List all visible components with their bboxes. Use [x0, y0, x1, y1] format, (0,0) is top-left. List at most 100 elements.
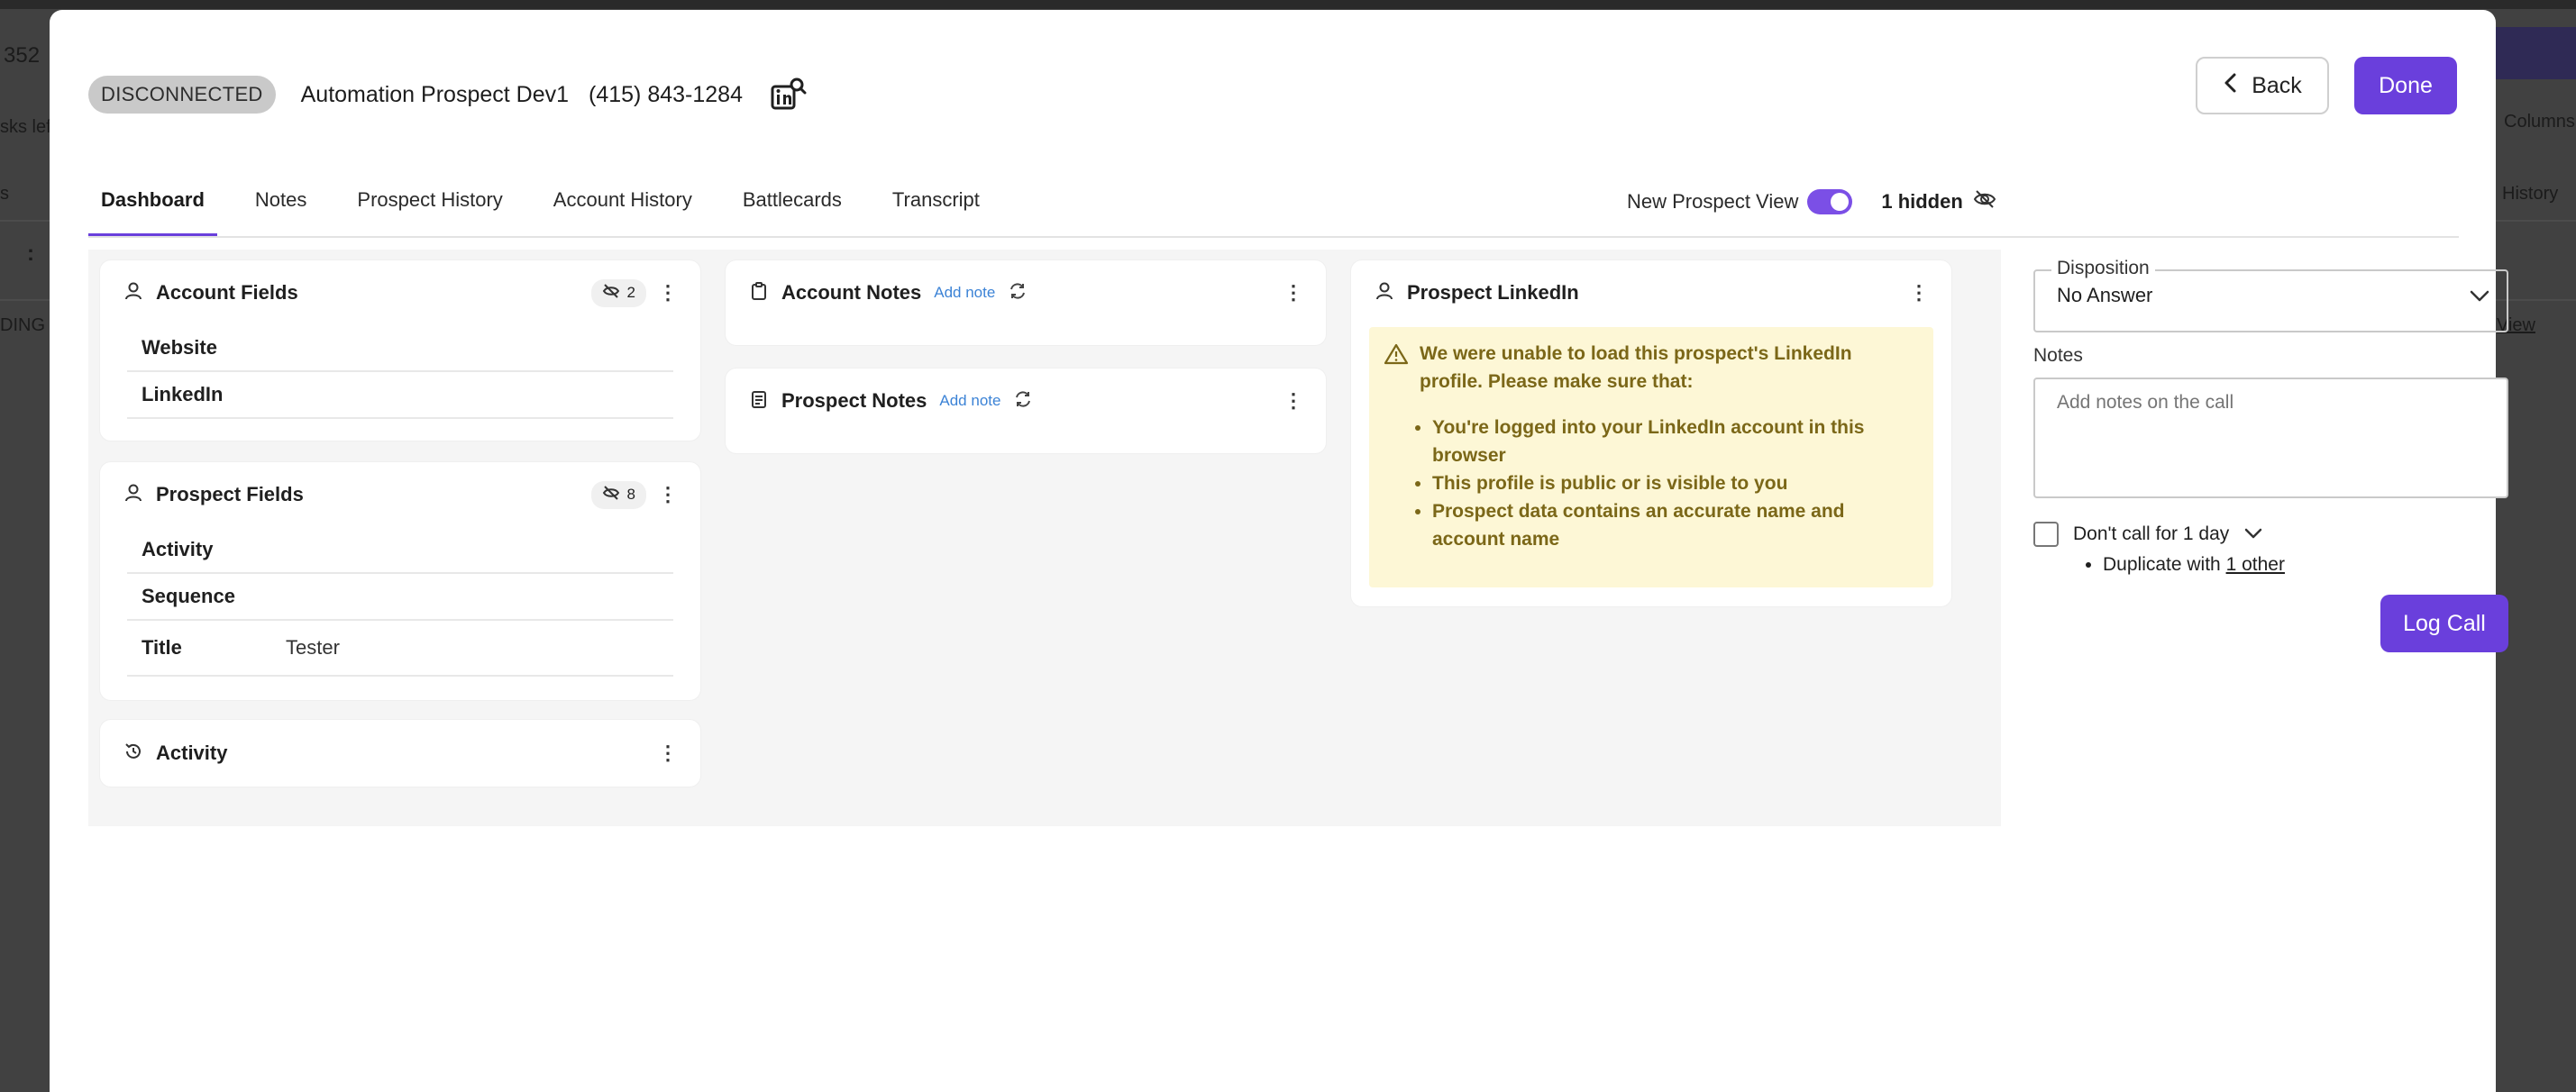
account-notes-header: Account Notes Add note ⋮: [726, 260, 1326, 325]
tab-notes[interactable]: Notes: [242, 172, 319, 237]
background-text: :: [27, 241, 34, 266]
new-prospect-view-toggle[interactable]: [1807, 189, 1853, 214]
chevron-down-icon: [2469, 289, 2490, 308]
done-button[interactable]: Done: [2354, 57, 2457, 114]
dont-call-label[interactable]: Don't call for 1 day: [2073, 523, 2229, 545]
eye-off-icon[interactable]: [1972, 188, 1997, 215]
warning-item: Prospect data contains an accurate name …: [1432, 497, 1915, 553]
account-fields-title: Account Fields: [156, 281, 298, 304]
field-label: Title: [142, 636, 182, 659]
dont-call-checkbox[interactable]: [2033, 522, 2059, 547]
activity-title: Activity: [156, 742, 228, 764]
refresh-icon[interactable]: [1013, 389, 1033, 414]
background-text: History: [2502, 184, 2559, 204]
tab-battlecards[interactable]: Battlecards: [730, 172, 854, 237]
view-controls: New Prospect View 1 hidden: [1627, 181, 1997, 223]
background-divider: [2496, 220, 2576, 222]
duplicate-item: Duplicate with 1 other: [2103, 554, 2285, 576]
back-label: Back: [2252, 72, 2302, 98]
refresh-icon[interactable]: [1008, 281, 1028, 305]
field-row: Title Tester: [127, 621, 673, 677]
tab-prospect-history[interactable]: Prospect History: [344, 172, 515, 237]
background-text: 352: [4, 43, 41, 68]
status-badge: DISCONNECTED: [88, 76, 276, 114]
account-fields-hidden-chip[interactable]: 2: [590, 278, 646, 307]
background-topbar: [0, 0, 2576, 9]
prospect-phone[interactable]: (415) 843-1284: [589, 82, 743, 108]
modal-header: DISCONNECTED Automation Prospect Dev1 (4…: [88, 66, 808, 123]
warning-item: This profile is public or is visible to …: [1432, 469, 1915, 497]
warning-header: We were unable to load this prospect's L…: [1384, 340, 1915, 396]
account-fields-header: Account Fields 2 ⋮: [100, 260, 700, 325]
prospect-fields-title: Prospect Fields: [156, 483, 304, 505]
tab-bar: Dashboard Notes Prospect History Account…: [88, 172, 992, 237]
person-icon: [123, 483, 143, 507]
kebab-menu-icon[interactable]: ⋮: [658, 481, 678, 508]
log-call-button[interactable]: Log Call: [2380, 595, 2508, 652]
background-text: Columns: [2504, 112, 2575, 132]
clipboard-icon: [749, 281, 769, 305]
hidden-count-value: 8: [626, 486, 635, 503]
prospect-notes-title: Prospect Notes: [781, 389, 927, 412]
add-prospect-note-link[interactable]: Add note: [939, 392, 1000, 410]
linkedin-warning: We were unable to load this prospect's L…: [1369, 327, 1933, 587]
field-label: Website: [142, 336, 217, 359]
chevron-left-icon: [2223, 72, 2237, 100]
chevron-down-icon[interactable]: [2243, 523, 2263, 545]
notes-label: Notes: [2033, 345, 2083, 366]
call-modal: DISCONNECTED Automation Prospect Dev1 (4…: [50, 10, 2508, 1092]
kebab-menu-icon[interactable]: ⋮: [1283, 387, 1303, 414]
warning-icon: [1384, 340, 1409, 396]
person-icon: [123, 281, 143, 305]
background-text: sks lef: [0, 117, 51, 137]
warning-list: You're logged into your LinkedIn account…: [1432, 414, 1915, 553]
warning-item: You're logged into your LinkedIn account…: [1432, 414, 1915, 469]
duplicate-prefix: Duplicate with: [2103, 554, 2226, 575]
account-notes-card: Account Notes Add note ⋮: [726, 260, 1326, 345]
background-divider: [0, 220, 50, 222]
account-notes-title: Account Notes: [781, 281, 922, 304]
duplicate-info: Duplicate with 1 other: [2083, 554, 2285, 576]
background-text: DING: [0, 315, 45, 335]
field-label: LinkedIn: [142, 383, 224, 405]
field-row: LinkedIn: [127, 372, 673, 419]
call-notes-input[interactable]: [2033, 378, 2508, 498]
prospect-notes-header: Prospect Notes Add note ⋮: [726, 369, 1326, 433]
new-prospect-view-label: New Prospect View: [1627, 190, 1799, 213]
eye-off-icon: [602, 283, 620, 304]
account-fields-card: Account Fields 2 ⋮ Website LinkedIn: [100, 260, 700, 441]
prospect-linkedin-title: Prospect LinkedIn: [1407, 281, 1579, 304]
back-button[interactable]: Back: [2196, 57, 2329, 114]
field-row: Activity: [127, 527, 673, 574]
hidden-count-value: 2: [626, 284, 635, 301]
kebab-menu-icon[interactable]: ⋮: [1283, 279, 1303, 306]
kebab-menu-icon[interactable]: ⋮: [1909, 279, 1929, 306]
background-divider: [0, 299, 50, 301]
prospect-name: Automation Prospect Dev1: [300, 81, 570, 107]
eye-off-icon: [602, 485, 620, 505]
prospect-fields-hidden-chip[interactable]: 8: [590, 480, 646, 509]
disposition-label: Disposition: [2051, 258, 2155, 279]
kebab-menu-icon[interactable]: ⋮: [658, 740, 678, 767]
prospect-notes-card: Prospect Notes Add note ⋮: [726, 369, 1326, 453]
field-row: Website: [127, 325, 673, 372]
activity-header: Activity ⋮: [100, 720, 700, 787]
add-account-note-link[interactable]: Add note: [934, 284, 995, 302]
field-label: Activity: [142, 538, 214, 560]
field-value[interactable]: Tester: [286, 636, 340, 660]
tab-transcript[interactable]: Transcript: [880, 172, 992, 237]
field-row: Sequence: [127, 574, 673, 621]
prospect-linkedin-header: Prospect LinkedIn ⋮: [1351, 260, 1951, 325]
dont-call-option: Don't call for 1 day: [2033, 522, 2263, 547]
disposition-select[interactable]: Disposition No Answer: [2033, 258, 2508, 332]
person-icon: [1375, 281, 1394, 305]
tab-account-history[interactable]: Account History: [541, 172, 705, 237]
linkedin-search-icon[interactable]: [768, 75, 808, 114]
prospect-fields-card: Prospect Fields 8 ⋮ Activity Sequence Ti…: [100, 462, 700, 700]
document-icon: [749, 389, 769, 414]
tabs-divider: [88, 236, 2459, 238]
tab-dashboard[interactable]: Dashboard: [88, 172, 217, 237]
kebab-menu-icon[interactable]: ⋮: [658, 279, 678, 306]
duplicate-link[interactable]: 1 other: [2226, 554, 2285, 575]
background-text: s: [0, 184, 9, 204]
